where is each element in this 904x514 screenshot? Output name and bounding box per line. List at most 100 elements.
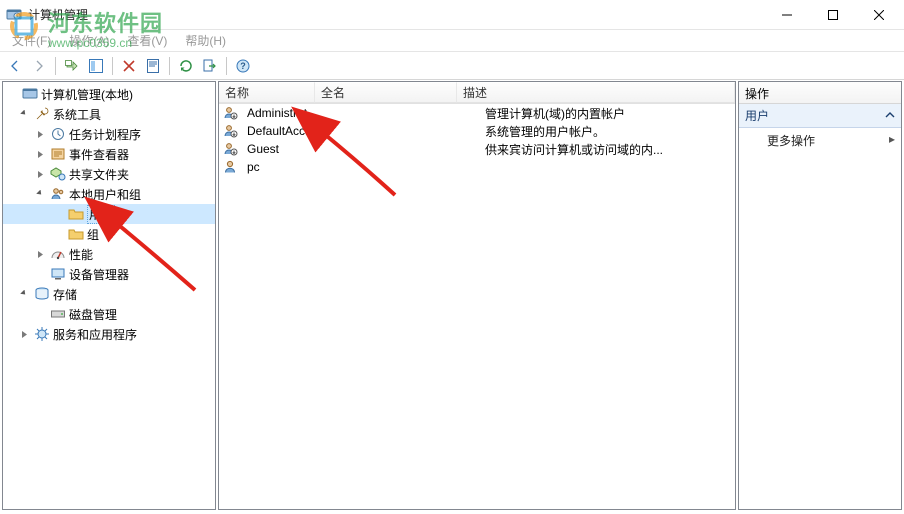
cell-desc: 管理计算机(域)的内置帐户 — [479, 105, 735, 122]
device-icon — [50, 266, 66, 282]
clock-icon — [50, 126, 66, 142]
user-down-icon — [222, 105, 238, 121]
cell-desc: 系统管理的用户帐户。 — [479, 123, 735, 140]
main-area: 计算机管理(本地) 系统工具 任务计划程序 — [0, 80, 904, 512]
tree-label: 设备管理器 — [69, 266, 129, 283]
perf-icon — [50, 246, 66, 262]
list-pane[interactable]: 名称 全名 描述 Administrat... 管理计算机(域)的内置帐户 De… — [218, 81, 736, 510]
menu-file[interactable]: 文件(F) — [4, 30, 59, 51]
properties-button[interactable] — [142, 55, 164, 77]
tree-pane[interactable]: 计算机管理(本地) 系统工具 任务计划程序 — [2, 81, 216, 510]
expander-icon[interactable] — [17, 107, 31, 121]
help-button[interactable]: ? — [232, 55, 254, 77]
show-hide-tree-button[interactable] — [85, 55, 107, 77]
list-header: 名称 全名 描述 — [219, 82, 735, 104]
actions-more[interactable]: 更多操作 ▸ — [739, 128, 901, 153]
storage-icon — [34, 286, 50, 302]
list-body: Administrat... 管理计算机(域)的内置帐户 DefaultAcc.… — [219, 104, 735, 176]
expander-icon — [33, 307, 47, 321]
expander-icon[interactable] — [33, 127, 47, 141]
tools-icon — [34, 106, 50, 122]
actions-section[interactable]: 用户 — [739, 104, 901, 128]
user-row[interactable]: pc — [219, 158, 735, 176]
toolbar-separator — [169, 57, 170, 75]
tree-label: 共享文件夹 — [69, 166, 129, 183]
tree-users-folder[interactable]: 用户 — [3, 204, 215, 224]
tree-storage[interactable]: 存储 — [3, 284, 215, 304]
column-description[interactable]: 描述 — [457, 82, 735, 103]
tree-label: 用户 — [87, 205, 115, 224]
expander-icon — [51, 227, 65, 241]
event-icon — [50, 146, 66, 162]
maximize-button[interactable] — [810, 0, 856, 30]
tree-shared-folders[interactable]: 共享文件夹 — [3, 164, 215, 184]
tree-disk-mgmt[interactable]: 磁盘管理 — [3, 304, 215, 324]
toolbar: ? — [0, 52, 904, 80]
expander-icon[interactable] — [33, 147, 47, 161]
user-icon — [222, 159, 238, 175]
tree-groups-folder[interactable]: 组 — [3, 224, 215, 244]
minimize-button[interactable] — [764, 0, 810, 30]
user-row[interactable]: DefaultAcc... 系统管理的用户帐户。 — [219, 122, 735, 140]
tree-services-apps[interactable]: 服务和应用程序 — [3, 324, 215, 344]
tree-label: 组 — [87, 226, 99, 243]
tree-label: 事件查看器 — [69, 146, 129, 163]
cell-name: DefaultAcc... — [241, 124, 337, 138]
tree-device-manager[interactable]: 设备管理器 — [3, 264, 215, 284]
cell-name: Administrat... — [241, 106, 337, 120]
folder-icon — [68, 226, 84, 242]
app-icon — [6, 7, 22, 23]
expander-icon[interactable] — [33, 247, 47, 261]
column-name[interactable]: 名称 — [219, 82, 315, 103]
user-down-icon — [222, 123, 238, 139]
forward-button[interactable] — [28, 55, 50, 77]
toolbar-separator — [112, 57, 113, 75]
expander-icon[interactable] — [33, 187, 47, 201]
menubar: 文件(F) 操作(A) 查看(V) 帮助(H) — [0, 30, 904, 52]
actions-more-label: 更多操作 — [767, 134, 815, 148]
tree-local-users[interactable]: 本地用户和组 — [3, 184, 215, 204]
actions-pane: 操作 用户 更多操作 ▸ — [738, 81, 902, 510]
expander-icon[interactable] — [17, 327, 31, 341]
tree-label: 系统工具 — [53, 106, 101, 123]
delete-button[interactable] — [118, 55, 140, 77]
titlebar: 计算机管理 — [0, 0, 904, 30]
services-icon — [34, 326, 50, 342]
refresh-button[interactable] — [175, 55, 197, 77]
close-button[interactable] — [856, 0, 902, 30]
expander-icon[interactable] — [33, 167, 47, 181]
column-fullname[interactable]: 全名 — [315, 82, 457, 103]
cell-name: Guest — [241, 142, 337, 156]
tree-task-scheduler[interactable]: 任务计划程序 — [3, 124, 215, 144]
actions-section-label: 用户 — [745, 107, 769, 124]
back-button[interactable] — [4, 55, 26, 77]
tree-label: 存储 — [53, 286, 77, 303]
user-row[interactable]: Administrat... 管理计算机(域)的内置帐户 — [219, 104, 735, 122]
tree-performance[interactable]: 性能 — [3, 244, 215, 264]
disk-icon — [50, 306, 66, 322]
collapse-icon[interactable] — [885, 109, 895, 123]
tree-label: 任务计划程序 — [69, 126, 141, 143]
tree-event-viewer[interactable]: 事件查看器 — [3, 144, 215, 164]
tree-root[interactable]: 计算机管理(本地) — [3, 84, 215, 104]
user-down-icon — [222, 141, 238, 157]
tree-root-label: 计算机管理(本地) — [41, 86, 133, 103]
folder-icon — [68, 206, 84, 222]
expander-icon[interactable] — [17, 287, 31, 301]
cell-name: pc — [241, 160, 337, 174]
menu-help[interactable]: 帮助(H) — [177, 30, 234, 51]
tree-label: 磁盘管理 — [69, 306, 117, 323]
tree-system-tools[interactable]: 系统工具 — [3, 104, 215, 124]
up-button[interactable] — [61, 55, 83, 77]
expander-icon[interactable] — [5, 87, 19, 101]
tree-label: 本地用户和组 — [69, 186, 141, 203]
user-row[interactable]: Guest 供来宾访问计算机或访问域的内... — [219, 140, 735, 158]
menu-view[interactable]: 查看(V) — [119, 30, 175, 51]
tree-label: 服务和应用程序 — [53, 326, 137, 343]
export-button[interactable] — [199, 55, 221, 77]
toolbar-separator — [226, 57, 227, 75]
menu-action[interactable]: 操作(A) — [61, 30, 117, 51]
shared-icon — [50, 166, 66, 182]
cell-desc: 供来宾访问计算机或访问域的内... — [479, 141, 735, 158]
expander-icon — [51, 207, 65, 221]
